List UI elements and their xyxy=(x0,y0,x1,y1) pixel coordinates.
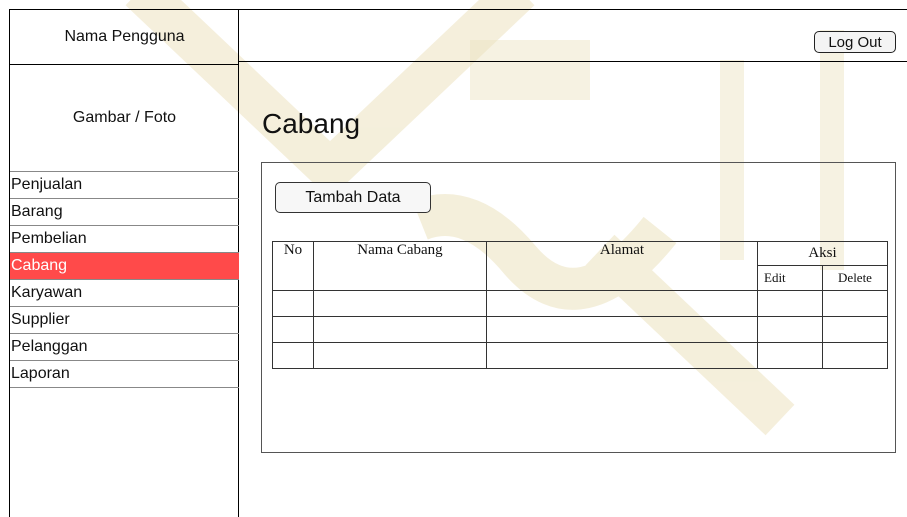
sidebar-item-barang[interactable]: Barang xyxy=(10,198,239,225)
table-row xyxy=(272,342,888,369)
column-header-edit: Edit xyxy=(757,265,823,291)
header-divider xyxy=(239,61,907,62)
delete-cell[interactable] xyxy=(822,290,888,317)
sidebar-item-pelanggan[interactable]: Pelanggan xyxy=(10,333,239,360)
column-header-aksi: Aksi xyxy=(757,241,888,266)
delete-cell[interactable] xyxy=(822,342,888,369)
table-cell xyxy=(313,342,487,369)
add-data-button[interactable]: Tambah Data xyxy=(275,182,431,213)
edit-cell[interactable] xyxy=(757,316,823,343)
column-header-delete: Delete xyxy=(822,265,888,291)
table-cell xyxy=(486,316,758,343)
avatar: Gambar / Foto xyxy=(72,109,177,126)
page-title: Cabang xyxy=(262,108,361,139)
sidebar-item-cabang[interactable]: Cabang xyxy=(10,252,239,279)
table-cell xyxy=(486,342,758,369)
column-header-no: No xyxy=(272,241,314,291)
sidebar-item-pembelian[interactable]: Pembelian xyxy=(10,225,239,252)
branch-table: No Nama Cabang Alamat Aksi Edit Delete xyxy=(272,241,888,369)
sidebar-menu: Penjualan Barang Pembelian Cabang Karyaw… xyxy=(10,171,239,388)
delete-cell[interactable] xyxy=(822,316,888,343)
table-row xyxy=(272,316,888,343)
table-cell xyxy=(313,290,487,317)
sidebar: Nama Pengguna Gambar / Foto Penjualan Ba… xyxy=(9,9,239,517)
edit-cell[interactable] xyxy=(757,290,823,317)
table-cell xyxy=(272,290,314,317)
logout-button[interactable]: Log Out xyxy=(814,31,896,53)
column-header-alamat: Alamat xyxy=(486,241,758,291)
sidebar-item-karyawan[interactable]: Karyawan xyxy=(10,279,239,306)
table-cell xyxy=(313,316,487,343)
sidebar-item-penjualan[interactable]: Penjualan xyxy=(10,171,239,198)
table-cell xyxy=(486,290,758,317)
column-header-nama-cabang: Nama Cabang xyxy=(313,241,487,291)
user-name: Nama Pengguna xyxy=(10,10,239,65)
edit-cell[interactable] xyxy=(757,342,823,369)
table-cell xyxy=(272,316,314,343)
sidebar-item-supplier[interactable]: Supplier xyxy=(10,306,239,333)
header-top-border xyxy=(239,9,907,10)
sidebar-item-laporan[interactable]: Laporan xyxy=(10,360,239,388)
table-cell xyxy=(272,342,314,369)
table-row xyxy=(272,290,888,317)
